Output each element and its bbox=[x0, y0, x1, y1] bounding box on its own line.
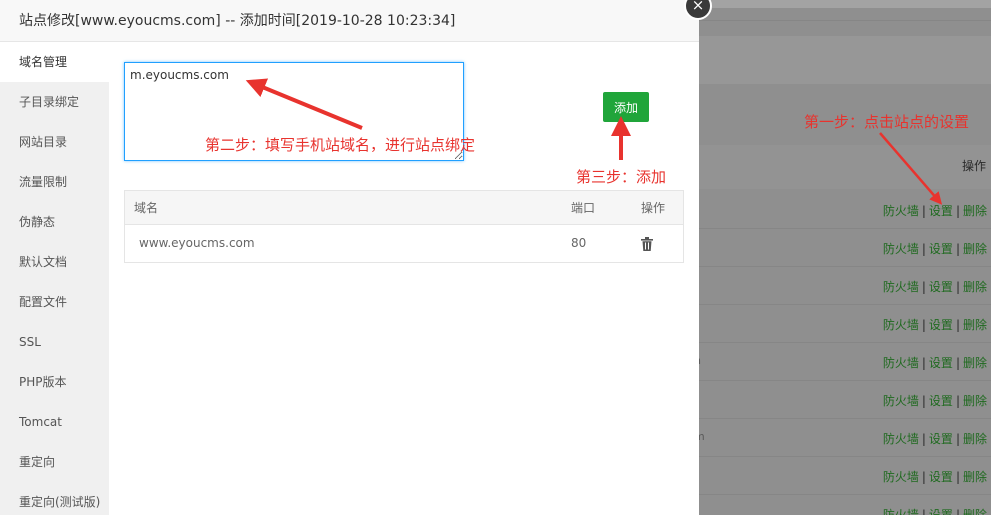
link-separator: | bbox=[955, 394, 960, 408]
sidebar-item-tomcat[interactable]: Tomcat bbox=[0, 402, 109, 442]
column-header-domain: 域名 bbox=[134, 201, 159, 215]
link-separator: | bbox=[955, 470, 960, 484]
delete-link[interactable]: 删除 bbox=[963, 394, 987, 408]
sidebar-item-rewrite[interactable]: 伪静态 bbox=[0, 202, 109, 242]
link-separator: | bbox=[955, 280, 960, 294]
link-separator: | bbox=[921, 204, 926, 218]
link-separator: | bbox=[921, 508, 926, 515]
link-separator: | bbox=[921, 356, 926, 370]
sidebar-item-php-version[interactable]: PHP版本 bbox=[0, 362, 109, 402]
trash-icon[interactable] bbox=[641, 225, 653, 251]
bg-row-divider bbox=[699, 380, 991, 381]
delete-link[interactable]: 删除 bbox=[963, 432, 987, 446]
domain-table: 域名 端口 操作 www.eyoucms.com 80 bbox=[124, 190, 684, 263]
firewall-link[interactable]: 防火墙 bbox=[883, 242, 919, 256]
firewall-link[interactable]: 防火墙 bbox=[883, 318, 919, 332]
bg-table-row: 防火墙 | 设置 | 删除 bbox=[883, 354, 987, 371]
site-settings-dialog: 站点修改[www.eyoucms.com] -- 添加时间[2019-10-28… bbox=[0, 0, 699, 515]
settings-link[interactable]: 设置 bbox=[929, 394, 953, 408]
settings-link[interactable]: 设置 bbox=[929, 470, 953, 484]
firewall-link[interactable]: 防火墙 bbox=[883, 280, 919, 294]
bg-row-divider bbox=[699, 342, 991, 343]
firewall-link[interactable]: 防火墙 bbox=[883, 508, 919, 515]
table-row: www.eyoucms.com 80 bbox=[125, 225, 683, 262]
link-separator: | bbox=[921, 432, 926, 446]
settings-link[interactable]: 设置 bbox=[929, 280, 953, 294]
column-header-operation: 操作 bbox=[641, 201, 666, 215]
sidebar-item-ssl[interactable]: SSL bbox=[0, 322, 109, 362]
link-separator: | bbox=[955, 356, 960, 370]
bg-table-row: 防火墙 | 设置 | 删除 bbox=[883, 240, 987, 257]
delete-link[interactable]: 删除 bbox=[963, 280, 987, 294]
firewall-link[interactable]: 防火墙 bbox=[883, 356, 919, 370]
settings-link[interactable]: 设置 bbox=[929, 432, 953, 446]
bg-table-row: 防火墙 | 设置 | 删除 bbox=[883, 202, 987, 219]
firewall-link[interactable]: 防火墙 bbox=[883, 432, 919, 446]
bg-table-row: 防火墙 | 设置 | 删除 bbox=[883, 392, 987, 409]
link-separator: | bbox=[921, 394, 926, 408]
settings-link[interactable]: 设置 bbox=[929, 318, 953, 332]
bg-row-divider bbox=[699, 228, 991, 229]
port-cell: 80 bbox=[571, 236, 587, 250]
bg-divider bbox=[699, 20, 991, 21]
annotation-step-2: 第二步：填写手机站域名，进行站点绑定 bbox=[205, 136, 476, 154]
bg-table-header bbox=[699, 145, 991, 189]
sidebar-item-traffic-limit[interactable]: 流量限制 bbox=[0, 162, 109, 202]
column-header-port: 端口 bbox=[571, 201, 596, 215]
bg-row-divider bbox=[699, 494, 991, 495]
firewall-link[interactable]: 防火墙 bbox=[883, 204, 919, 218]
domain-table-header: 域名 端口 操作 bbox=[125, 191, 683, 225]
delete-link[interactable]: 删除 bbox=[963, 356, 987, 370]
sidebar-item-domain-management[interactable]: 域名管理 bbox=[0, 42, 109, 82]
link-separator: | bbox=[921, 242, 926, 256]
settings-link[interactable]: 设置 bbox=[929, 356, 953, 370]
link-separator: | bbox=[955, 242, 960, 256]
link-separator: | bbox=[921, 280, 926, 294]
delete-link[interactable]: 删除 bbox=[963, 204, 987, 218]
settings-link[interactable]: 设置 bbox=[929, 204, 953, 218]
bg-table-row: 防火墙 | 设置 | 删除 bbox=[883, 430, 987, 447]
add-domain-button[interactable]: 添加 bbox=[603, 92, 649, 122]
bg-topbar bbox=[699, 0, 991, 8]
bg-header-operation: 操作 bbox=[962, 159, 987, 173]
delete-link[interactable]: 删除 bbox=[963, 470, 987, 484]
link-separator: | bbox=[955, 508, 960, 515]
bg-table-row: 防火墙 | 设置 | 删除 bbox=[883, 278, 987, 295]
sidebar-item-default-document[interactable]: 默认文档 bbox=[0, 242, 109, 282]
settings-link[interactable]: 设置 bbox=[929, 508, 953, 515]
sidebar-item-config-file[interactable]: 配置文件 bbox=[0, 282, 109, 322]
bg-row-divider bbox=[699, 456, 991, 457]
firewall-link[interactable]: 防火墙 bbox=[883, 394, 919, 408]
delete-link[interactable]: 删除 bbox=[963, 318, 987, 332]
dialog-title: 站点修改[www.eyoucms.com] -- 添加时间[2019-10-28… bbox=[0, 0, 699, 42]
link-separator: | bbox=[955, 432, 960, 446]
bg-row-divider bbox=[699, 304, 991, 305]
bg-table-row: 防火墙 | 设置 | 删除 bbox=[883, 468, 987, 485]
domain-cell: www.eyoucms.com bbox=[139, 236, 255, 250]
link-separator: | bbox=[921, 470, 926, 484]
firewall-link[interactable]: 防火墙 bbox=[883, 470, 919, 484]
bg-table-row: 防火墙 | 设置 | 删除 bbox=[883, 506, 987, 515]
link-separator: | bbox=[921, 318, 926, 332]
dialog-sidebar: 域名管理 子目录绑定 网站目录 流量限制 伪静态 默认文档 配置文件 SSL P… bbox=[0, 42, 109, 515]
bg-row-divider bbox=[699, 266, 991, 267]
bg-table-row: 防火墙 | 设置 | 删除 bbox=[883, 316, 987, 333]
sidebar-item-redirect-beta[interactable]: 重定向(测试版) bbox=[0, 482, 109, 515]
annotation-step-3: 第三步：添加 bbox=[576, 168, 667, 186]
sidebar-item-site-directory[interactable]: 网站目录 bbox=[0, 122, 109, 162]
link-separator: | bbox=[955, 318, 960, 332]
delete-link[interactable]: 删除 bbox=[963, 242, 987, 256]
annotation-step-1: 第一步：点击站点的设置 bbox=[804, 113, 970, 131]
bg-toolbar bbox=[699, 36, 991, 84]
bg-row-divider bbox=[699, 418, 991, 419]
delete-link[interactable]: 删除 bbox=[963, 508, 987, 515]
sidebar-item-redirect[interactable]: 重定向 bbox=[0, 442, 109, 482]
settings-link[interactable]: 设置 bbox=[929, 242, 953, 256]
sidebar-item-subdirectory-binding[interactable]: 子目录绑定 bbox=[0, 82, 109, 122]
link-separator: | bbox=[955, 204, 960, 218]
